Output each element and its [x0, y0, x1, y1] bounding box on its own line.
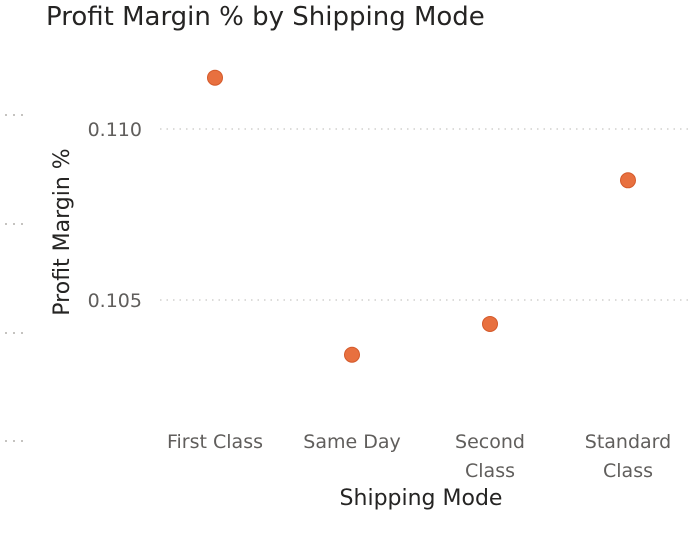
- scatter-chart: 0.105 0.110 First Class Same Day Second Clas…: [5, 69, 690, 511]
- x-tick-label: Standard Class: [585, 431, 671, 482]
- data-point[interactable]: [344, 346, 360, 363]
- side-dots-decoration: [5, 114, 23, 442]
- data-points[interactable]: [207, 69, 636, 363]
- x-tick-label: First Class: [167, 431, 263, 453]
- chart-container: Profit Margin % by Shipping Mode 0.105 0.…: [0, 0, 697, 531]
- grid-lines: [160, 128, 690, 301]
- x-tick-label: Same Day: [303, 431, 400, 453]
- data-point[interactable]: [482, 315, 498, 332]
- side-dot: [5, 223, 7, 225]
- y-axis-ticks: 0.105 0.110: [88, 119, 142, 312]
- side-dot: [21, 440, 23, 442]
- side-dot: [13, 332, 15, 334]
- side-dot: [13, 223, 15, 225]
- y-tick-label: 0.110: [88, 119, 142, 141]
- y-axis-title: Profit Margin %: [50, 148, 75, 315]
- y-tick-label: 0.105: [88, 290, 142, 312]
- side-dot: [21, 332, 23, 334]
- x-tick-label: Second Class: [455, 431, 525, 482]
- side-dot: [13, 114, 15, 116]
- x-axis-title: Shipping Mode: [340, 486, 503, 511]
- data-point[interactable]: [207, 69, 223, 86]
- side-dot: [13, 440, 15, 442]
- data-point[interactable]: [620, 172, 636, 189]
- x-axis-ticks: First Class Same Day Second Class Standard Cl…: [167, 431, 671, 482]
- side-dot: [5, 114, 7, 116]
- side-dot: [21, 223, 23, 225]
- chart-title: Profit Margin % by Shipping Mode: [46, 2, 485, 32]
- side-dot: [5, 332, 7, 334]
- side-dot: [21, 114, 23, 116]
- side-dot: [5, 440, 7, 442]
